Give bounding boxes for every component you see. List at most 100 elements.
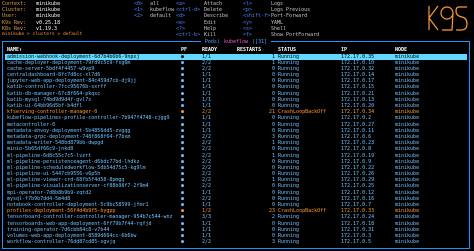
- shortcut-item[interactable]: <f> Show PortForward: [243, 32, 319, 38]
- table-header: NAME↑ PF READY RESTARTS STATUS IP NODE: [5, 47, 467, 53]
- cell-pf: ●: [181, 109, 185, 116]
- cell-restarts: 0: [271, 183, 275, 190]
- cell-ip: 172.17.0.7: [341, 202, 372, 208]
- column-header-pf[interactable]: PF: [181, 47, 187, 53]
- shortcut-key: <ctrl-d>: [176, 7, 201, 14]
- cell-status: Running: [278, 90, 300, 97]
- cell-node: minikube: [395, 214, 420, 221]
- cell-pf: ●: [181, 232, 185, 239]
- cell-pf: ●: [181, 171, 185, 178]
- cell-ip: 172.17.0.6: [341, 133, 372, 140]
- cell-pf: ●: [181, 78, 185, 85]
- cell-ip: 172.17.0.21: [341, 90, 375, 97]
- cell-status: CrashLoopBackOff: [278, 208, 327, 215]
- cell-restarts: 3: [271, 239, 275, 246]
- cell-status: Running: [278, 133, 300, 140]
- cell-restarts: 0: [271, 226, 275, 233]
- cell-pf: ●: [181, 189, 185, 196]
- column-header-node[interactable]: NODE: [395, 47, 435, 53]
- cell-restarts: 0: [271, 195, 275, 202]
- cell-ip: 172.17.0.17: [341, 78, 375, 85]
- cell-node: minikube: [395, 103, 420, 109]
- cell-pf: ●: [181, 220, 185, 227]
- cell-pf: ●: [181, 65, 185, 72]
- cell-pf: ●: [181, 84, 185, 91]
- cell-pf: ●: [181, 115, 185, 122]
- shortcut-column: <l> Logs <p> Logs Previous <shift-f>Port-For…: [243, 1, 319, 38]
- cell-node: minikube: [395, 115, 420, 122]
- cell-ready: 2/2: [202, 140, 212, 147]
- cell-ip: 172.17.0.34: [341, 109, 375, 116]
- cell-node: minikube: [395, 177, 420, 184]
- cell-ready: 2/2: [202, 195, 212, 202]
- cell-status: Running: [278, 232, 300, 239]
- cell-node: minikube: [395, 232, 420, 239]
- pods-table-frame: Pods(kubeflow)[31] NAME↑ PF READY RESTAR…: [2, 39, 470, 249]
- cell-name: ml-pipeline-ui-5447cb9556-v6p5h: [7, 171, 101, 178]
- breadcrumb: minikube > clusters > default: [2, 32, 83, 37]
- cell-restarts: 0: [271, 146, 275, 153]
- shortcut-key: <d>: [176, 13, 186, 20]
- cell-restarts: 0: [271, 121, 275, 128]
- cell-pf: ●: [181, 96, 185, 103]
- cell-name: katib-controller-7fcc95676b-sxrff: [7, 84, 107, 91]
- cell-name: mysql-f7b9b7dd4-5m4d8: [7, 195, 71, 202]
- cell-ready: 2/2: [202, 239, 212, 246]
- cell-ready: 2/2: [202, 164, 212, 171]
- cell-ip: 172.17.0.15: [341, 84, 375, 91]
- shortcut-key: <s>: [243, 25, 253, 32]
- shortcut-item[interactable]: <2> default: [134, 13, 174, 19]
- cell-node: minikube: [395, 96, 420, 103]
- shortcut-key: <f>: [243, 31, 253, 38]
- shortcut-label: Attach: [204, 1, 223, 7]
- cell-pf: ●: [181, 127, 185, 134]
- column-header-ready[interactable]: READY: [202, 47, 222, 53]
- cell-node: minikube: [395, 195, 420, 202]
- cell-pf: ●: [181, 214, 185, 221]
- cell-pf: ●: [181, 177, 185, 184]
- cell-ip: 172.17.0.25: [341, 183, 375, 190]
- cell-status: Running: [278, 103, 300, 109]
- cell-restarts: 0: [271, 220, 275, 227]
- cell-ready: 1/1: [202, 232, 212, 239]
- cell-name: cache-server-5bdf4f4457-w9vp9: [7, 65, 95, 72]
- cell-status: Running: [278, 195, 300, 202]
- cell-name: admission-webhook-deployment-6d7b4b6b6-9…: [7, 53, 140, 60]
- column-header-ip[interactable]: IP: [341, 47, 381, 53]
- breadcrumb-namespace[interactable]: default: [63, 32, 82, 37]
- cell-status: Running: [278, 183, 300, 190]
- shortcut-key: <shift-f>: [243, 13, 271, 20]
- cell-name: ml-pipeline-scheduledworkflow-5db54d75c5…: [7, 164, 146, 171]
- column-header-restarts[interactable]: RESTARTS: [237, 47, 277, 53]
- cell-ip: 172.17.0.26: [341, 171, 375, 178]
- column-header-status[interactable]: STATUS: [278, 47, 334, 53]
- cell-restarts: 0: [271, 72, 275, 79]
- cell-name: ml-pipeline-persistenceagent-d6bdc77bd-l…: [7, 158, 140, 165]
- breadcrumb-context[interactable]: minikube: [2, 32, 24, 37]
- cell-restarts: 0: [271, 171, 275, 178]
- cell-pf: ●: [181, 121, 185, 128]
- cell-status: Running: [278, 53, 300, 60]
- cell-pf: ●: [181, 152, 185, 159]
- cell-restarts: 1: [271, 59, 275, 66]
- cell-ip: 172.17.0.18: [341, 220, 375, 227]
- cell-pf: ●: [181, 195, 185, 202]
- cell-ready: 2/2: [202, 183, 212, 190]
- cell-restarts: 2: [271, 214, 275, 221]
- header: Context: minikube Cluster: minikube User: m…: [0, 0, 474, 38]
- cell-name: kfserving-controller-manager-0: [7, 109, 98, 116]
- cell-name: tensorboard-controller-controller-manage…: [7, 214, 173, 221]
- column-header-name[interactable]: NAME↑: [7, 47, 173, 53]
- cell-restarts: 0: [271, 96, 275, 103]
- cell-restarts: 0: [271, 78, 275, 85]
- cell-status: Running: [278, 226, 300, 233]
- shortcut-label: Kill: [204, 31, 217, 38]
- cell-restarts: 0: [271, 115, 275, 122]
- cell-node: minikube: [395, 72, 420, 79]
- cell-status: Running: [278, 220, 300, 227]
- cell-restarts: 23: [268, 208, 275, 215]
- table-row[interactable]: workflow-controller-76dd87cd85-sgvjq ● 2/2…: [5, 239, 467, 245]
- shortcut-item[interactable]: <ctrl-k> Kill: [176, 32, 228, 38]
- breadcrumb-cluster[interactable]: clusters: [32, 32, 54, 37]
- cell-name: volumes-web-app-deployment-8589d664cc-6b…: [7, 232, 137, 239]
